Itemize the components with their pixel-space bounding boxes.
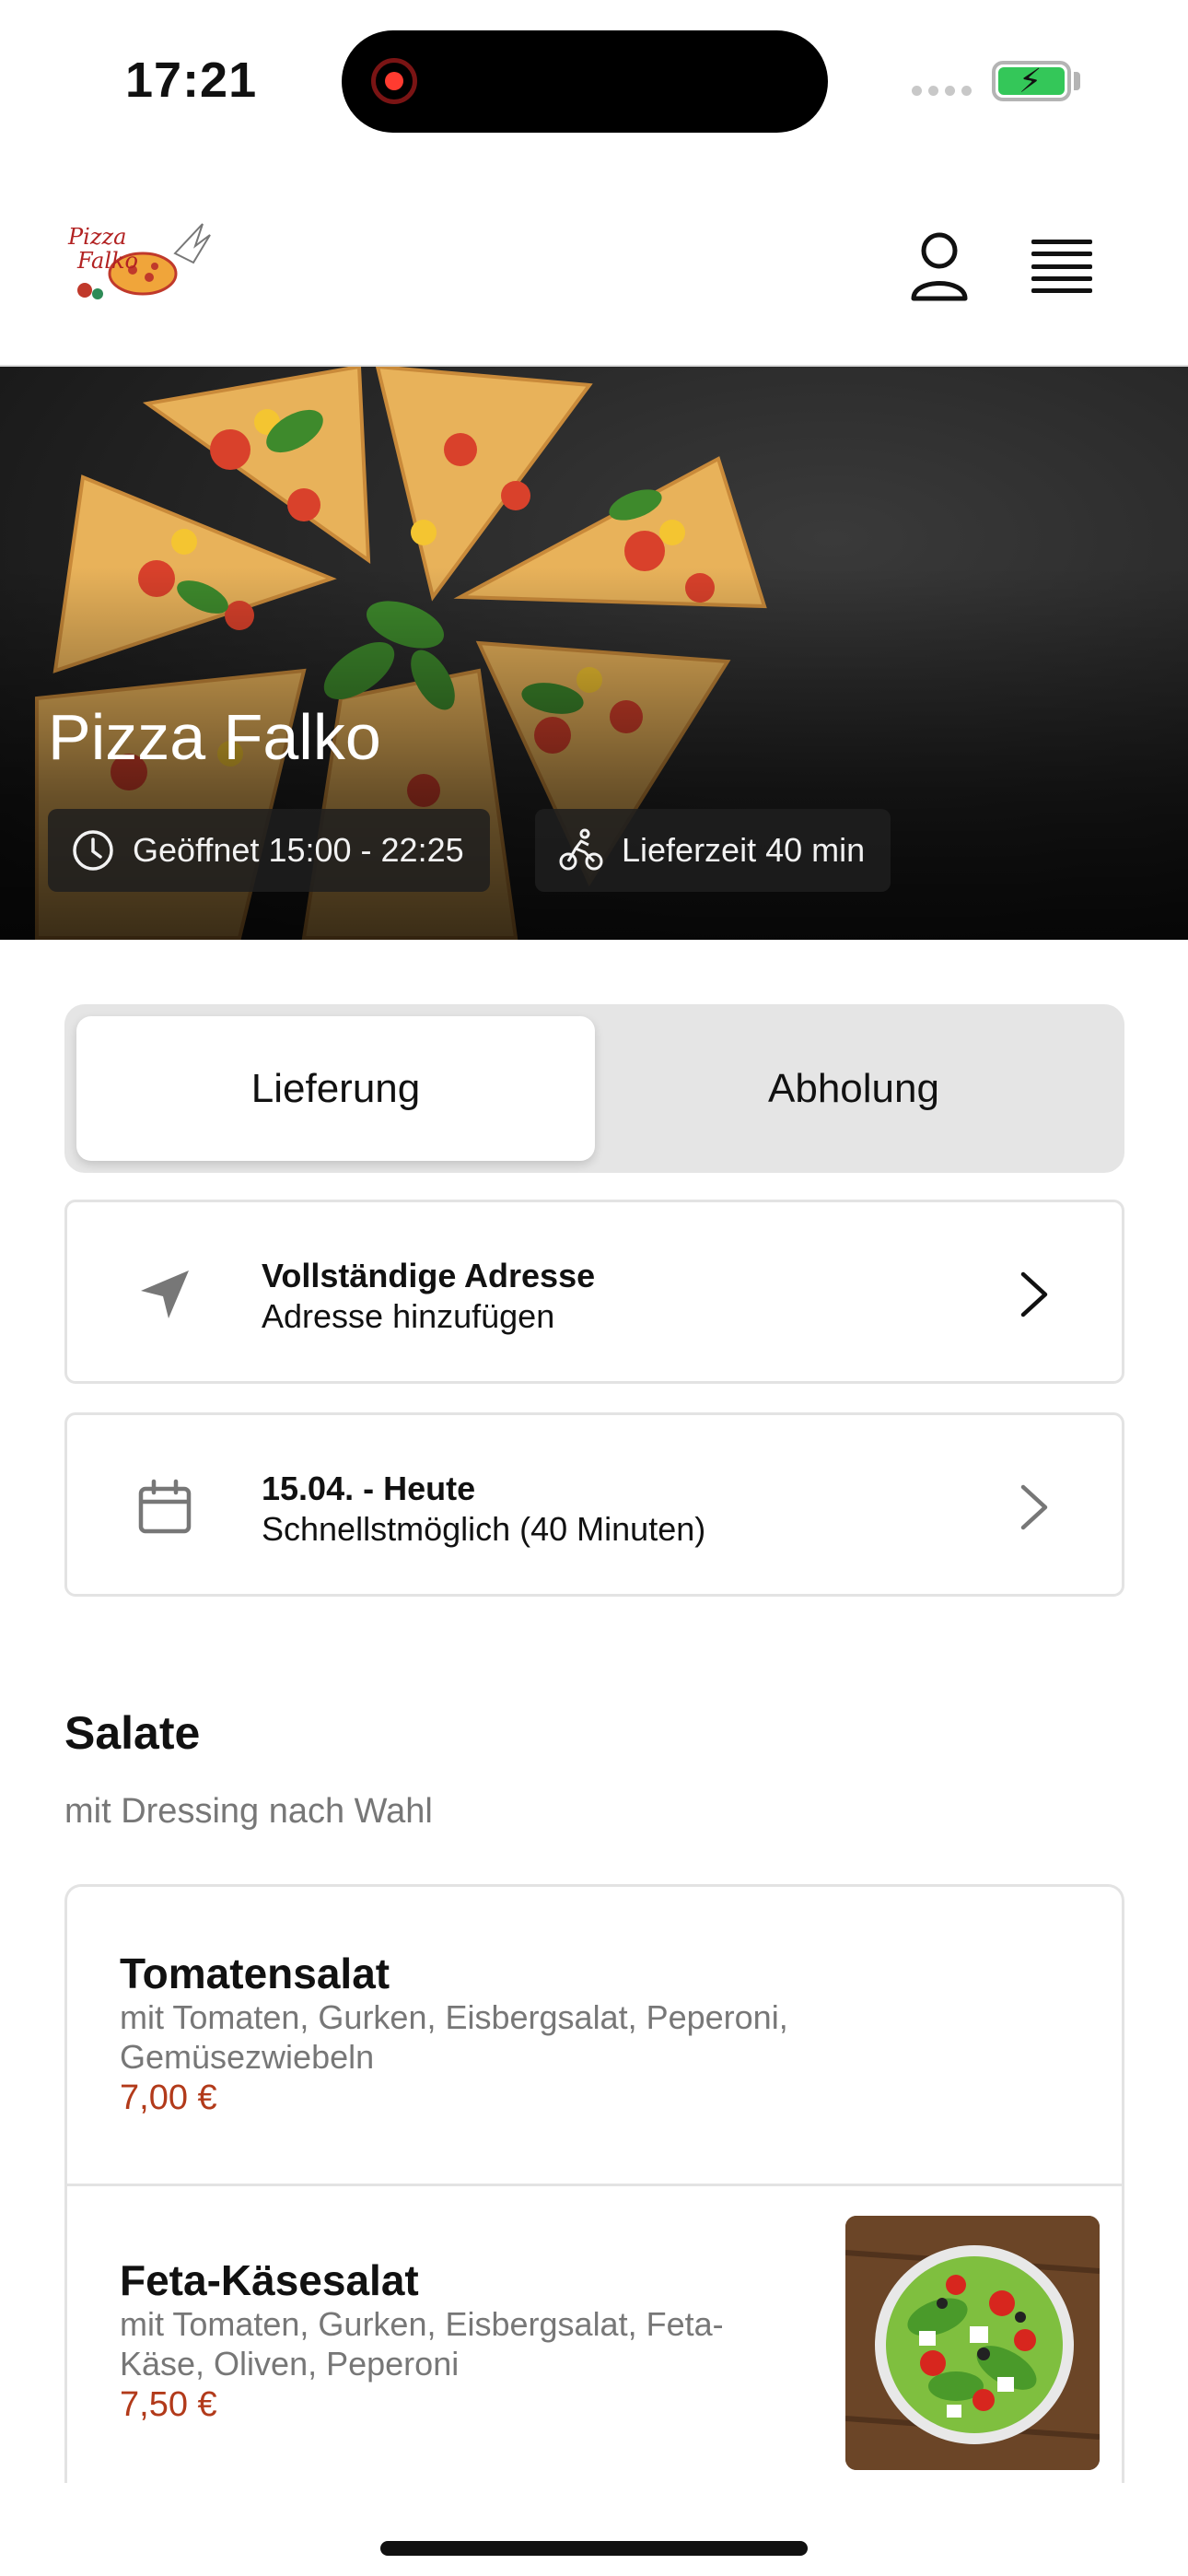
menu-item-list: Tomatensalat mit Tomaten, Gurken, Eisber… bbox=[64, 1884, 1124, 2576]
item-description-line1: mit Tomaten, Gurken, Eisbergsalat, Peper… bbox=[120, 1998, 788, 2036]
address-title: Vollständige Adresse bbox=[262, 1257, 596, 1294]
tab-pickup[interactable]: Abholung bbox=[595, 1016, 1112, 1161]
order-type-toggle: Lieferung Abholung bbox=[64, 1004, 1124, 1173]
delivery-time-text: Lieferzeit 40 min bbox=[622, 831, 866, 869]
user-icon[interactable] bbox=[907, 230, 972, 304]
section-subtitle: mit Dressing nach Wahl bbox=[64, 1792, 433, 1831]
status-bar: 17:21 ⚡ bbox=[0, 0, 1188, 166]
svg-text:Pizza: Pizza bbox=[67, 224, 126, 250]
hero-banner: Pizza Falko Geöffnet 15:00 - 22:25 Liefe… bbox=[0, 367, 1188, 940]
battery-cap bbox=[1074, 72, 1080, 90]
restaurant-logo[interactable]: Pizza Falko bbox=[64, 217, 212, 309]
chevron-right-icon bbox=[1020, 1271, 1048, 1317]
item-description-line2: Käse, Oliven, Peperoni bbox=[120, 2345, 460, 2383]
tab-delivery[interactable]: Lieferung bbox=[76, 1016, 595, 1161]
schedule-subtitle: Schnellstmöglich (40 Minuten) bbox=[262, 1510, 706, 1548]
chevron-right-icon bbox=[1020, 1484, 1048, 1530]
address-row[interactable]: Vollständige Adresse Adresse hinzufügen bbox=[64, 1200, 1124, 1384]
status-time: 17:21 bbox=[125, 53, 258, 108]
signal-icon bbox=[912, 86, 972, 96]
item-name: Feta-Käsesalat bbox=[120, 2256, 419, 2304]
item-description-line1: mit Tomaten, Gurken, Eisbergsalat, Feta- bbox=[120, 2305, 724, 2343]
clock-icon bbox=[73, 830, 113, 871]
hamburger-menu-icon[interactable] bbox=[1031, 240, 1092, 293]
opening-hours-text: Geöffnet 15:00 - 22:25 bbox=[133, 831, 464, 869]
section-title: Salate bbox=[64, 1707, 201, 1759]
menu-item-tomatensalat[interactable]: Tomatensalat mit Tomaten, Gurken, Eisber… bbox=[67, 1887, 1122, 2184]
salad-photo[interactable] bbox=[845, 2216, 1100, 2470]
schedule-title: 15.04. - Heute bbox=[262, 1469, 476, 1507]
restaurant-name: Pizza Falko bbox=[48, 701, 381, 773]
item-price: 7,50 € bbox=[120, 2385, 217, 2424]
calendar-icon bbox=[138, 1479, 192, 1534]
item-description-line2: Gemüsezwiebeln bbox=[120, 2038, 375, 2076]
home-indicator[interactable] bbox=[380, 2541, 808, 2556]
bicycle-courier-icon bbox=[559, 828, 603, 871]
opening-hours-chip: Geöffnet 15:00 - 22:25 bbox=[48, 809, 490, 892]
delivery-time-chip: Lieferzeit 40 min bbox=[535, 809, 891, 892]
item-price: 7,00 € bbox=[120, 2078, 217, 2117]
recording-icon bbox=[371, 58, 417, 104]
item-name: Tomatensalat bbox=[120, 1950, 390, 1997]
address-subtitle: Adresse hinzufügen bbox=[262, 1297, 555, 1335]
svg-text:Falko: Falko bbox=[76, 248, 138, 274]
schedule-row[interactable]: 15.04. - Heute Schnellstmöglich (40 Minu… bbox=[64, 1412, 1124, 1597]
location-arrow-icon bbox=[141, 1270, 189, 1318]
dynamic-island bbox=[342, 30, 828, 133]
battery-icon: ⚡ bbox=[992, 61, 1071, 101]
app-header: Pizza Falko bbox=[0, 166, 1188, 367]
